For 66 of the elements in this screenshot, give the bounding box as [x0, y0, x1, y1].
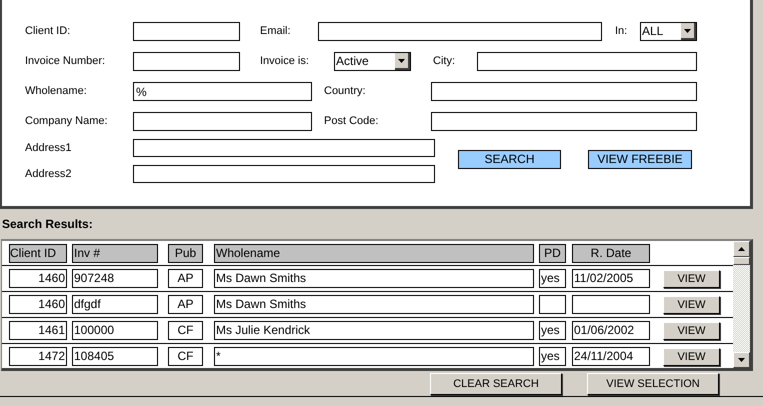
table-cell — [539, 295, 566, 314]
table-cell: 24/11/2004 — [572, 347, 650, 366]
dropdown[interactable]: ALL — [640, 22, 697, 41]
column-header: PD — [539, 244, 566, 263]
button[interactable]: VIEW — [663, 270, 720, 288]
input-field[interactable] — [318, 22, 602, 41]
column-header: Wholename — [214, 244, 534, 263]
column-header: R. Date — [572, 244, 650, 263]
table-cell: CF — [168, 347, 203, 366]
button[interactable]: VIEW SELECTION — [587, 373, 719, 395]
button[interactable]: VIEW FREEBIE — [588, 150, 692, 169]
table-cell: 907248 — [72, 269, 158, 288]
dropdown[interactable]: Active — [334, 52, 411, 71]
section-title: Search Results: — [2, 216, 94, 233]
field-label: Post Code: — [324, 114, 380, 129]
input-field[interactable] — [133, 139, 435, 157]
table-cell: CF — [168, 321, 203, 340]
column-header: Client ID — [9, 244, 67, 263]
input-field[interactable] — [133, 52, 240, 71]
button[interactable]: SEARCH — [458, 150, 561, 169]
input-field[interactable] — [133, 165, 435, 183]
button[interactable]: CLEAR SEARCH — [430, 373, 562, 395]
field-label: Company Name: — [25, 114, 109, 129]
field-label: Address2 — [25, 166, 72, 182]
table-cell: yes — [539, 269, 566, 288]
table-cell: yes — [539, 321, 566, 340]
field-label: Country: — [324, 84, 367, 99]
column-header: Inv # — [72, 244, 158, 263]
table-cell: * — [214, 347, 534, 366]
input-field[interactable] — [431, 82, 697, 101]
table-cell: AP — [168, 269, 203, 288]
table-cell: 1460 — [9, 295, 67, 314]
scroll-thumb[interactable] — [733, 257, 750, 265]
scrollbar[interactable] — [733, 241, 750, 368]
field-label: Address1 — [25, 140, 72, 156]
input-field[interactable] — [431, 112, 697, 131]
table-cell: yes — [539, 347, 566, 366]
table-cell: AP — [168, 295, 203, 314]
input-field[interactable] — [133, 112, 312, 131]
field-label: Invoice Number: — [25, 54, 106, 69]
field-label: In: — [615, 24, 628, 39]
field-label: Wholename: — [25, 84, 88, 99]
table-cell: 01/06/2002 — [572, 321, 650, 340]
table-cell: 100000 — [72, 321, 158, 340]
table-cell: 1472 — [9, 347, 67, 366]
table-cell: Ms Dawn Smiths — [214, 269, 534, 288]
table-cell: 108405 — [72, 347, 158, 366]
field-label: City: — [433, 54, 456, 69]
table-cell: Ms Julie Kendrick — [214, 321, 534, 340]
scroll-up-icon[interactable] — [733, 241, 750, 257]
button[interactable]: VIEW — [663, 296, 720, 314]
table-cell: dfgdf — [72, 295, 158, 314]
input-field[interactable] — [477, 52, 697, 71]
table-cell: 11/02/2005 — [572, 269, 650, 288]
input-field[interactable]: % — [133, 82, 312, 101]
field-label: Email: — [260, 24, 292, 39]
column-header: Pub — [168, 244, 203, 263]
button[interactable]: VIEW — [663, 348, 720, 366]
table-cell: 1460 — [9, 269, 67, 288]
button[interactable]: VIEW — [663, 322, 720, 340]
field-label: Invoice is: — [260, 54, 310, 69]
input-field[interactable] — [133, 22, 240, 41]
field-label: Client ID: — [25, 24, 72, 39]
table-cell: Ms Dawn Smiths — [214, 295, 534, 314]
table-cell: 1461 — [9, 321, 67, 340]
scroll-down-icon[interactable] — [733, 352, 750, 368]
